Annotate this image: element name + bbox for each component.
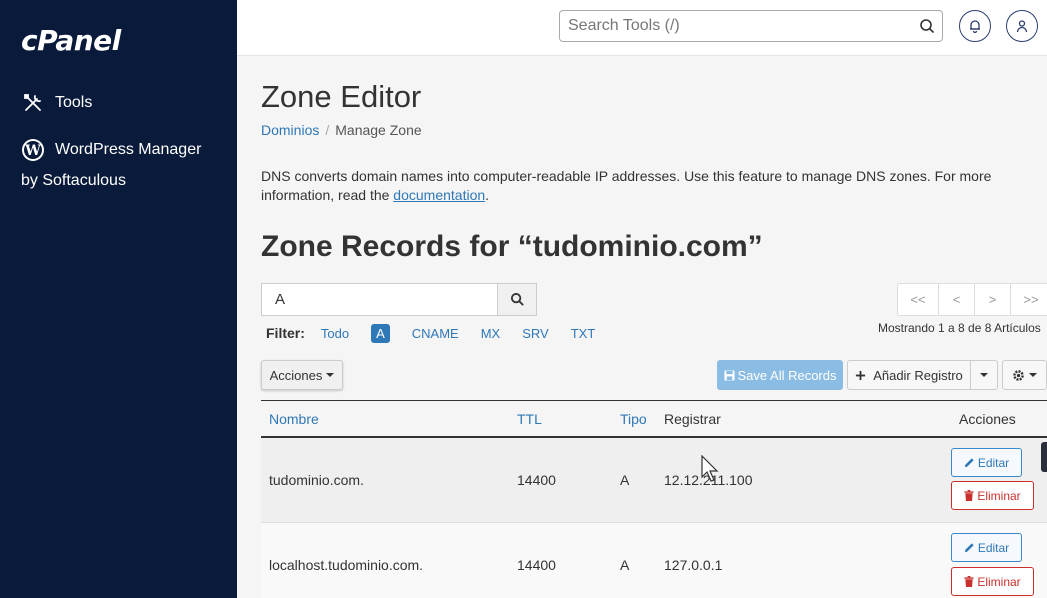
caret-down-icon <box>1029 373 1037 377</box>
sidebar-item-label: Tools <box>55 94 93 111</box>
pager-last-button[interactable]: >> <box>1010 283 1047 316</box>
table-row: localhost.tudominio.com. 14400 A 127.0.0… <box>261 523 1047 598</box>
delete-record-button[interactable]: Eliminar <box>951 567 1034 596</box>
breadcrumb-current: Manage Zone <box>335 122 422 138</box>
save-all-records-button[interactable]: Save All Records <box>717 360 843 390</box>
filter-a[interactable]: A <box>371 323 390 343</box>
record-name: tudominio.com. <box>269 472 364 488</box>
bell-icon <box>970 20 980 33</box>
zone-records-table: Nombre TTL Tipo Registrar Acciones tudom… <box>261 400 1047 598</box>
sidebar: cPanel Tools W WordPress Manager by Soft… <box>0 0 237 598</box>
description-text: DNS converts domain names into computer-… <box>261 168 992 203</box>
filter-txt[interactable]: TXT <box>571 326 596 341</box>
edit-label: Editar <box>977 540 1010 555</box>
pencil-icon <box>964 458 974 468</box>
table-header: Nombre TTL Tipo Registrar Acciones <box>261 400 1047 438</box>
page-description: DNS converts domain names into computer-… <box>261 167 1047 205</box>
breadcrumb: Dominios / Manage Zone <box>261 122 422 138</box>
save-icon <box>723 369 735 381</box>
filter-todo[interactable]: Todo <box>321 326 349 341</box>
settings-dropdown[interactable] <box>1002 360 1047 390</box>
breadcrumb-separator: / <box>325 122 330 138</box>
edit-label: Editar <box>977 455 1010 470</box>
column-header-type[interactable]: Tipo <box>620 411 647 427</box>
pager-next-button[interactable]: > <box>974 283 1011 316</box>
sidebar-item-tools[interactable]: Tools <box>21 91 92 115</box>
add-record-button[interactable]: Añadir Registro <box>847 360 971 390</box>
plus-icon <box>856 370 866 380</box>
edit-record-button[interactable]: Editar <box>951 533 1022 562</box>
filter-srv[interactable]: SRV <box>522 326 549 341</box>
mouse-cursor-icon <box>701 455 719 482</box>
zone-records-title: Zone Records for “tudominio.com” <box>261 230 763 263</box>
description-end: . <box>485 187 490 203</box>
filter-cname[interactable]: CNAME <box>412 326 459 341</box>
add-record-dropdown-toggle[interactable] <box>970 360 998 390</box>
filter-mx[interactable]: MX <box>481 326 501 341</box>
records-filter-input[interactable] <box>261 283 498 316</box>
tools-icon <box>21 91 45 115</box>
topbar <box>237 0 1047 56</box>
bulk-actions-label: Acciones <box>269 367 323 383</box>
column-header-ttl[interactable]: TTL <box>517 411 542 427</box>
record-ttl: 14400 <box>517 472 556 488</box>
page-title: Zone Editor <box>261 79 422 114</box>
sidebar-item-wordpress[interactable]: W WordPress Manager <box>21 138 201 162</box>
column-header-record: Registrar <box>664 411 721 427</box>
feedback-tab[interactable] <box>1041 442 1047 472</box>
delete-label: Eliminar <box>977 488 1021 503</box>
record-name: localhost.tudominio.com. <box>269 557 424 573</box>
column-header-actions: Acciones <box>959 411 1016 427</box>
pager-first-button[interactable]: << <box>897 283 939 316</box>
record-ttl: 14400 <box>517 557 556 573</box>
svg-text:W: W <box>24 143 41 159</box>
search-icon[interactable] <box>912 18 942 34</box>
notifications-button[interactable] <box>959 10 991 42</box>
sidebar-item-sublabel[interactable]: by Softaculous <box>21 172 126 190</box>
user-menu-button[interactable] <box>1006 10 1038 42</box>
add-record-label: Añadir Registro <box>873 367 963 383</box>
caret-down-icon <box>980 373 988 377</box>
bulk-actions-dropdown[interactable]: Acciones <box>261 360 343 390</box>
delete-label: Eliminar <box>977 574 1021 589</box>
wordpress-icon: W <box>21 138 45 162</box>
search-tools-input[interactable] <box>560 11 912 41</box>
pagination-summary: Mostrando 1 a 8 de 8 Artículos <box>878 321 1041 335</box>
sidebar-item-label: WordPress Manager <box>55 141 202 158</box>
records-search-button[interactable] <box>497 283 537 316</box>
record-value: 127.0.0.1 <box>664 557 723 573</box>
delete-record-button[interactable]: Eliminar <box>951 481 1034 510</box>
pager-prev-button[interactable]: < <box>938 283 975 316</box>
record-type: A <box>620 472 630 488</box>
user-icon <box>1016 20 1028 33</box>
trash-icon <box>964 490 974 501</box>
edit-record-button[interactable]: Editar <box>951 448 1022 477</box>
cpanel-logo[interactable]: cPanel <box>21 24 121 57</box>
record-type-filter: Filter: Todo A CNAME MX SRV TXT <box>266 322 617 344</box>
record-type: A <box>620 557 630 573</box>
search-icon <box>510 292 524 306</box>
documentation-link[interactable]: documentation <box>393 187 485 203</box>
column-header-name[interactable]: Nombre <box>269 411 319 427</box>
pagination: << < > >> <box>897 283 1047 316</box>
table-row: tudominio.com. 14400 A 12.12.211.100 Edi… <box>261 438 1047 523</box>
breadcrumb-dominios-link[interactable]: Dominios <box>261 122 319 138</box>
gear-icon <box>1013 369 1024 381</box>
pencil-icon <box>964 543 974 553</box>
caret-down-icon <box>326 373 335 377</box>
search-box[interactable] <box>559 10 943 42</box>
save-all-records-label: Save All Records <box>737 367 837 383</box>
trash-icon <box>964 576 974 587</box>
filter-label: Filter: <box>266 325 305 341</box>
